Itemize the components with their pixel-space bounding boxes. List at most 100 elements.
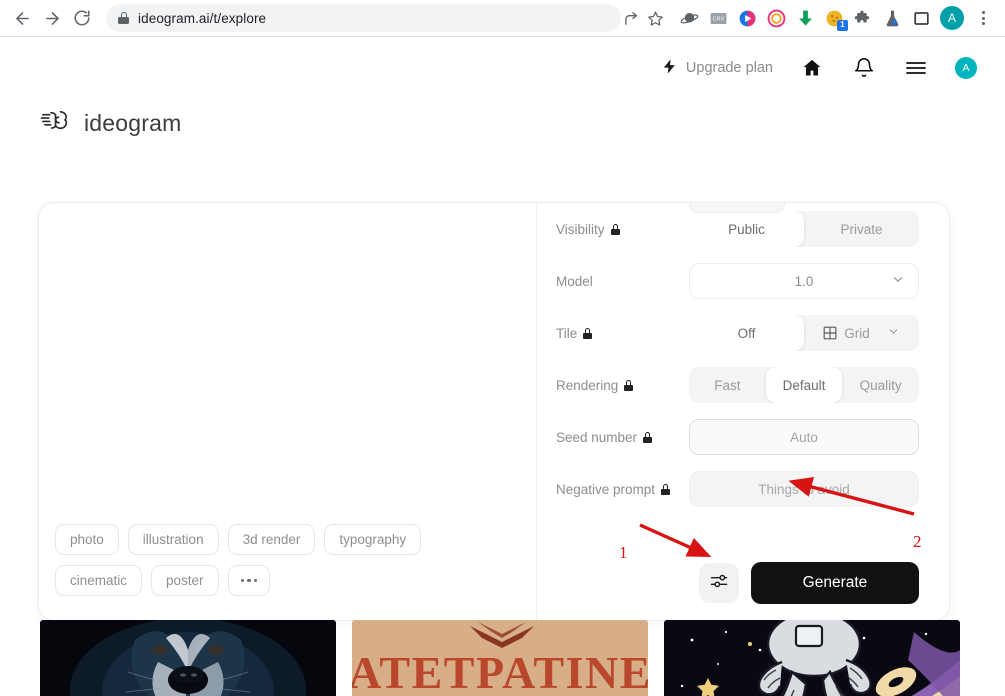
lock-icon: [643, 431, 653, 443]
negative-prompt-placeholder: Things to avoid: [758, 481, 850, 497]
lock-icon: [624, 379, 634, 391]
prompt-panel[interactable]: photo illustration 3d render typography …: [39, 203, 537, 620]
cookie-extension-icon[interactable]: 1: [824, 8, 848, 31]
setting-label-model: Model: [556, 274, 689, 289]
visibility-label-text: Visibility: [556, 221, 605, 237]
crx-extension-icon[interactable]: CRX: [708, 8, 728, 28]
tile-option-off[interactable]: Off: [689, 315, 804, 351]
page-content: Upgrade plan A ideogram photo illustrati…: [0, 37, 1005, 696]
star-icon[interactable]: [645, 8, 665, 28]
model-label-text: Model: [556, 273, 593, 289]
extensions-strip: CRX 1 A: [679, 6, 997, 31]
settings-panel: Visibility Public Private Model 1.0 Tile…: [537, 203, 949, 620]
negative-prompt-field[interactable]: Things to avoid: [689, 471, 919, 507]
hamburger-menu-icon[interactable]: [903, 55, 929, 81]
share-icon[interactable]: [621, 8, 641, 28]
site-header: Upgrade plan A: [0, 37, 1005, 99]
chevron-down-icon: [887, 325, 900, 341]
poster-caption: ATETPATINE: [352, 647, 648, 696]
generation-card: photo illustration 3d render typography …: [38, 202, 950, 621]
rendering-label-text: Rendering: [556, 377, 619, 393]
setting-label-seed-number: Seed number: [556, 430, 689, 445]
tile-segmented-control[interactable]: Off Grid: [689, 315, 919, 351]
style-chips-row-2: cinematic poster: [55, 565, 515, 596]
setting-label-rendering: Rendering: [556, 378, 689, 393]
style-chip-typography[interactable]: typography: [324, 524, 422, 555]
style-chip-cinematic[interactable]: cinematic: [55, 565, 143, 596]
chrome-profile-avatar[interactable]: A: [940, 6, 964, 30]
upgrade-plan-label: Upgrade plan: [685, 60, 773, 76]
svg-text:CRX: CRX: [712, 16, 724, 22]
address-bar[interactable]: ideogram.ai/t/explore: [106, 4, 621, 32]
tile-label-text: Tile: [556, 325, 578, 341]
more-dots-icon[interactable]: [227, 565, 271, 596]
gallery-strip: ATETPATINE: [40, 620, 965, 696]
negative-prompt-label-text: Negative prompt: [556, 481, 656, 497]
kebab-menu-icon[interactable]: [973, 11, 993, 25]
url-text: ideogram.ai/t/explore: [138, 10, 267, 26]
setting-label-negative-prompt: Negative prompt: [556, 482, 689, 497]
setting-row-model: Model 1.0: [556, 255, 919, 307]
card-actions: Generate: [699, 562, 919, 604]
lock-icon: [661, 483, 671, 495]
target-ring-extension-icon[interactable]: [766, 8, 786, 28]
home-icon[interactable]: [799, 55, 825, 81]
lock-icon: [610, 223, 620, 235]
media-player-extension-icon[interactable]: [737, 8, 757, 28]
forward-arrow-icon[interactable]: [38, 4, 66, 32]
style-chip-3d-render[interactable]: 3d render: [227, 524, 316, 555]
setting-row-rendering: Rendering Fast Default Quality: [556, 359, 919, 411]
setting-label-tile: Tile: [556, 326, 689, 341]
setting-row-seed-number: Seed number Auto: [556, 411, 919, 463]
chevron-down-icon: [891, 273, 905, 290]
sidepanel-icon[interactable]: [911, 8, 931, 28]
scrolled-control-peek: [689, 203, 785, 213]
saturn-extension-icon[interactable]: [679, 8, 699, 28]
user-avatar[interactable]: A: [955, 57, 977, 79]
astronaut-space-illustration-thumbnail[interactable]: [664, 620, 960, 696]
omnibox-actions: [621, 8, 665, 28]
seed-number-placeholder: Auto: [790, 429, 818, 445]
notification-bell-icon[interactable]: [851, 55, 877, 81]
grid-icon: [823, 326, 837, 340]
flask-extension-icon[interactable]: [882, 8, 902, 28]
rendering-option-quality[interactable]: Quality: [842, 367, 919, 403]
rendering-option-fast[interactable]: Fast: [689, 367, 766, 403]
style-chip-photo[interactable]: photo: [55, 524, 119, 555]
setting-row-negative-prompt: Negative prompt Things to avoid: [556, 463, 919, 515]
lock-icon: [118, 12, 129, 24]
tile-option-grid-label: Grid: [844, 325, 870, 341]
visibility-option-public[interactable]: Public: [689, 211, 804, 247]
lightning-bolt-icon: [661, 58, 678, 79]
extension-badge: 1: [837, 20, 848, 31]
tile-option-grid[interactable]: Grid: [804, 315, 919, 351]
style-chip-poster[interactable]: poster: [151, 565, 219, 596]
style-chip-illustration[interactable]: illustration: [127, 524, 219, 555]
rendering-option-default[interactable]: Default: [765, 367, 843, 403]
visibility-segmented-control[interactable]: Public Private: [689, 211, 919, 247]
seed-label-text: Seed number: [556, 429, 638, 445]
visibility-option-private[interactable]: Private: [804, 211, 919, 247]
reload-icon[interactable]: [68, 4, 96, 32]
ideogram-brain-logo-icon[interactable]: [40, 105, 71, 141]
model-select[interactable]: 1.0: [689, 263, 919, 299]
browser-toolbar: ideogram.ai/t/explore CRX 1 A: [0, 0, 1005, 36]
brand-name: ideogram: [84, 109, 182, 136]
generate-button[interactable]: Generate: [751, 562, 919, 604]
setting-row-tile: Tile Off Grid: [556, 307, 919, 359]
model-value: 1.0: [794, 273, 814, 289]
seed-number-input[interactable]: Auto: [689, 419, 919, 455]
back-arrow-icon[interactable]: [8, 4, 36, 32]
setting-label-visibility: Visibility: [556, 222, 689, 237]
lock-icon: [583, 327, 593, 339]
retro-typography-poster-thumbnail[interactable]: ATETPATINE: [352, 620, 648, 696]
sliders-settings-button[interactable]: [699, 563, 739, 603]
upgrade-plan-button[interactable]: Upgrade plan: [661, 58, 773, 79]
navigation-buttons: [8, 4, 96, 32]
download-arrow-extension-icon[interactable]: [795, 8, 815, 28]
rendering-segmented-control[interactable]: Fast Default Quality: [689, 367, 919, 403]
style-chips-row-1: photo illustration 3d render typography: [55, 524, 515, 555]
wolf-portrait-thumbnail[interactable]: [40, 620, 336, 696]
puzzle-extensions-icon[interactable]: [853, 8, 873, 28]
style-chips: photo illustration 3d render typography …: [55, 524, 515, 606]
